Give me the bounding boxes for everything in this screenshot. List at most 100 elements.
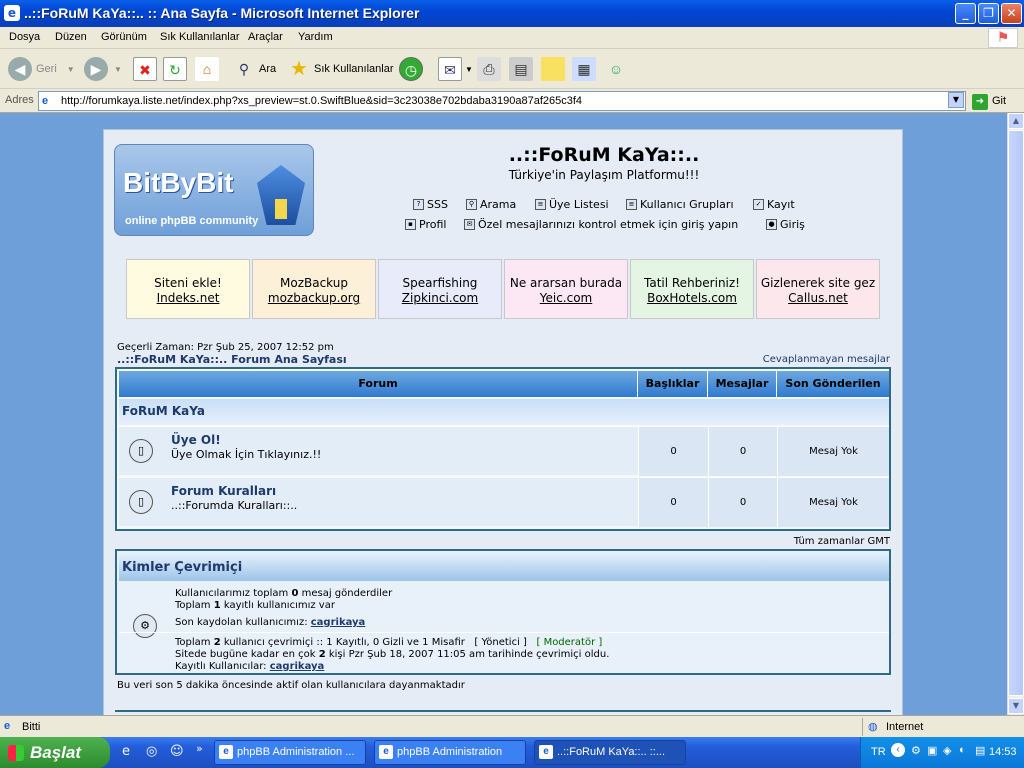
ad-title: Tatil Rehberiniz! [644,276,740,290]
online-data-note: Bu veri son 5 dakika öncesinde aktif ola… [117,680,465,691]
address-input[interactable]: e http://forumkaya.liste.net/index.php?x… [38,91,966,111]
start-button[interactable]: Başlat [0,737,110,768]
search-icon: ⚲ [238,61,250,77]
online-count-line: Toplam 2 kullanıcı çevrimiçi :: 1 Kayıtl… [175,637,603,648]
forum-page: BitByBit online phpBB community ..::FoRu… [103,129,903,715]
tray-status-icon[interactable]: ▤ [975,744,985,757]
ad-box[interactable]: Spearfishing Zipkinci.com [378,259,502,319]
nav-profile[interactable]: ▪ Profil [405,218,446,231]
forum-title-link[interactable]: Forum Kuralları [171,484,276,498]
page-icon: e [42,95,49,107]
ad-box[interactable]: Ne ararsan burada Yeic.com [504,259,628,319]
ad-link[interactable]: mozbackup.org [253,291,375,306]
edit-button[interactable]: ▤ [509,55,533,83]
forum-folder-icon: ▯ [129,439,153,463]
home-button[interactable]: ⌂ [195,55,219,83]
history-button[interactable]: ◷ [399,55,423,83]
category-link[interactable]: FoRuM KaYa [122,404,205,418]
ad-link[interactable]: Callus.net [757,291,879,306]
address-dropdown-icon[interactable]: ▼ [948,92,964,108]
mail-button[interactable]: ✉ ▼ [438,55,473,83]
forum-description: ..::Forumda Kuralları::.. [171,499,298,512]
refresh-icon: ↻ [163,57,187,81]
taskbar-item-1[interactable]: e phpBB Administration ... [214,740,366,765]
tray-network-icon[interactable]: ⚙ [911,744,921,757]
quicklaunch-browser-icon[interactable]: ◎ [146,744,157,759]
go-button[interactable]: ➜ Git [972,92,1020,110]
messenger-button[interactable]: ☺ [604,55,628,83]
quicklaunch-ie-icon[interactable]: e [122,744,130,759]
address-bar: Adres e http://forumkaya.liste.net/index… [0,89,1024,113]
security-zone: Internet [886,721,924,733]
scroll-thumb[interactable] [1008,130,1024,696]
nav-search[interactable]: ⚲ Arama [466,198,516,211]
col-last-post: Son Gönderilen [777,371,889,397]
menu-favorites[interactable]: Sık Kullanılanlar [160,31,240,43]
menu-araclar[interactable]: Araçlar [248,31,283,43]
message-icon: ✉ [464,219,475,230]
menu-gorunum[interactable]: Görünüm [101,31,147,43]
taskbar-item-2[interactable]: e phpBB Administration [374,740,526,765]
ad-box[interactable]: Siteni ekle! Indeks.net [126,259,250,319]
maximize-button[interactable]: ❐ [978,3,999,24]
nav-login[interactable]: ● Giriş [766,218,805,231]
quicklaunch-more-icon[interactable]: » [196,742,203,755]
quicklaunch-messenger-icon[interactable]: ☺ [170,744,184,759]
vertical-scrollbar[interactable]: ▲ ▼ [1007,113,1024,715]
unanswered-posts-link[interactable]: Cevaplanmayan mesajlar [763,354,890,365]
back-button[interactable]: ◀ Geri ▼ [8,55,75,83]
posts-count: 0 [708,427,777,476]
record-online-line: Sitede bugüne kadar en çok 2 kişi Pzr Şu… [175,649,610,660]
ad-link[interactable]: Yeic.com [505,291,627,306]
nav-faq[interactable]: ? SSS [413,198,448,211]
research-button[interactable]: ▦ [572,55,596,83]
stop-button[interactable]: ✖ [133,55,157,83]
timezone-note: Tüm zamanlar GMT [793,536,890,547]
ad-link[interactable]: Zipkinci.com [379,291,501,306]
ad-link[interactable]: BoxHotels.com [631,291,753,306]
system-tray: TR ‹ ⚙ ▣ ◈ ◐ ▤ 14:53 [860,737,1024,768]
menu-duzen[interactable]: Düzen [55,31,87,43]
tray-expand-icon[interactable]: ‹ [891,743,905,757]
taskbar-item-3[interactable]: e ..::FoRuM KaYa::.. ::... [534,740,686,765]
ad-box[interactable]: MozBackup mozbackup.org [252,259,376,319]
ad-link[interactable]: Indeks.net [127,291,249,306]
online-header-link[interactable]: Kimler Çevrimiçi [122,560,242,575]
scroll-down-icon[interactable]: ▼ [1008,698,1024,714]
menu-yardim[interactable]: Yardım [298,31,333,43]
ad-title: Spearfishing [402,276,478,290]
favorites-button[interactable]: ★ Sık Kullanılanlar [287,55,393,83]
col-posts: Mesajlar [708,371,777,397]
ad-title: Gizlenerek site gez [760,276,876,290]
tray-security-icon[interactable]: ◈ [943,744,951,757]
nav-groups[interactable]: ≡ Kullanıcı Grupları [626,198,734,211]
newest-user-link[interactable]: cagrikaya [311,617,366,628]
ad-box[interactable]: Gizlenerek site gez Callus.net [756,259,880,319]
registered-users-line: Kayıtlı Kullanıcılar: cagrikaya [175,661,325,672]
tray-display-icon[interactable]: ▣ [927,744,937,757]
notes-button[interactable] [541,55,565,83]
total-posts-line: Kullanıcılarımız toplam 0 mesaj gönderdi… [175,588,393,599]
scroll-up-icon[interactable]: ▲ [1008,113,1024,129]
minimize-button[interactable]: _ [955,3,976,24]
language-indicator[interactable]: TR [871,746,886,758]
search-button[interactable]: ⚲ Ara [232,55,276,83]
ie-icon: e [539,745,553,759]
site-logo[interactable]: BitByBit online phpBB community [114,144,314,236]
ad-box[interactable]: Tatil Rehberiniz! BoxHotels.com [630,259,754,319]
close-button[interactable]: ✕ [1001,3,1022,24]
admin-legend: [ Yönetici ] [474,637,527,648]
status-text: Bitti [22,721,41,733]
nav-private-messages[interactable]: ✉ Özel mesajlarınızı kontrol etmek için g… [464,218,738,231]
forward-button[interactable]: ▶ ▼ [84,55,122,83]
nav-memberlist[interactable]: ≡ Üye Listesi [535,198,609,211]
menu-dosya[interactable]: Dosya [9,31,40,43]
tray-volume-icon[interactable]: ◐ [959,744,966,756]
nav-register[interactable]: ✓ Kayıt [753,198,795,211]
forum-title-link[interactable]: Üye Ol! [171,433,221,447]
refresh-button[interactable]: ↻ [163,55,187,83]
total-users-line: Toplam 1 kayıtlı kullanıcımız var [175,600,335,611]
forum-index-link[interactable]: ..::FoRuM KaYa::.. Forum Ana Sayfası [117,353,347,366]
registered-user-link[interactable]: cagrikaya [270,661,325,672]
print-button[interactable]: ⎙ [477,55,501,83]
